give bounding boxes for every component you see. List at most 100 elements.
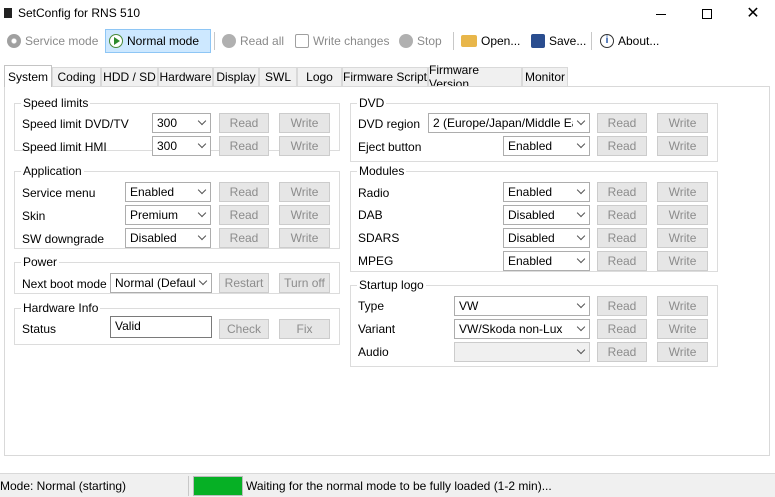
power-group: Power Next boot mode Normal (Default) Re… <box>14 255 340 294</box>
hardware-info-title: Hardware Info <box>21 301 101 315</box>
eject-button-select[interactable]: Enabled <box>503 136 590 156</box>
hardware-status-field[interactable]: Valid <box>110 316 212 338</box>
skin-write-button[interactable]: Write <box>279 205 330 225</box>
eject-button-read-button[interactable]: Read <box>597 136 647 156</box>
radio-read-button[interactable]: Read <box>597 182 647 202</box>
open-button[interactable]: Open... <box>458 29 523 53</box>
modules-group: Modules Radio Enabled Read Write DAB Dis… <box>350 164 718 272</box>
service-menu-read-button[interactable]: Read <box>219 182 269 202</box>
speed-limit-hmi-select[interactable]: 300 <box>152 136 211 156</box>
skin-select[interactable]: Premium <box>125 205 211 225</box>
logo-variant-read-button[interactable]: Read <box>597 319 647 339</box>
skin-read-button[interactable]: Read <box>219 205 269 225</box>
eject-button-write-button[interactable]: Write <box>657 136 708 156</box>
stop-icon <box>399 34 413 48</box>
logo-type-select[interactable]: VW <box>454 296 590 316</box>
logo-audio-select[interactable] <box>454 342 590 362</box>
maximize-button[interactable] <box>684 0 730 28</box>
dab-select[interactable]: Disabled <box>503 205 590 225</box>
service-menu-select[interactable]: Enabled <box>125 182 211 202</box>
system-tab-panel: Speed limits Speed limit DVD/TV 300 Read… <box>4 86 770 456</box>
mode-status: Mode: Normal (starting) <box>0 479 127 493</box>
stop-button[interactable]: Stop <box>396 29 445 53</box>
mpeg-select[interactable]: Enabled <box>503 251 590 271</box>
status-message: Waiting for the normal mode to be fully … <box>246 479 552 493</box>
speed-limit-dvd-select[interactable]: 300 <box>152 113 211 133</box>
tab-system[interactable]: System <box>4 65 52 87</box>
tab-hardware[interactable]: Hardware <box>158 67 213 86</box>
logo-type-read-button[interactable]: Read <box>597 296 647 316</box>
service-mode-button[interactable]: Service mode <box>4 29 101 53</box>
logo-audio-label: Audio <box>358 345 389 359</box>
dab-label: DAB <box>358 208 383 222</box>
title-bar: SetConfig for RNS 510 ✕ <box>0 0 775 28</box>
play-icon <box>109 34 123 48</box>
write-changes-button[interactable]: Write changes <box>292 29 392 53</box>
restart-button[interactable]: Restart <box>219 273 269 293</box>
sw-downgrade-read-button[interactable]: Read <box>219 228 269 248</box>
chevron-down-icon <box>573 139 589 149</box>
service-menu-label: Service menu <box>22 186 96 200</box>
about-button[interactable]: i About... <box>597 29 662 53</box>
chevron-down-icon <box>573 185 589 195</box>
radio-select[interactable]: Enabled <box>503 182 590 202</box>
sdars-select[interactable]: Disabled <box>503 228 590 248</box>
tab-display[interactable]: Display <box>213 67 259 86</box>
check-button[interactable]: Check <box>219 319 269 339</box>
application-group: Application Service menu Enabled Read Wr… <box>14 164 340 249</box>
chevron-down-icon <box>573 322 589 332</box>
sw-downgrade-write-button[interactable]: Write <box>279 228 330 248</box>
speed-limit-dvd-write-button[interactable]: Write <box>279 113 330 133</box>
logo-audio-read-button[interactable]: Read <box>597 342 647 362</box>
next-boot-mode-select[interactable]: Normal (Default) <box>110 273 212 293</box>
chevron-down-icon <box>573 254 589 264</box>
tab-logo[interactable]: Logo <box>297 67 342 86</box>
status-bar: Mode: Normal (starting) Waiting for the … <box>0 473 775 497</box>
tab-monitor[interactable]: Monitor <box>522 67 568 86</box>
speed-limit-dvd-read-button[interactable]: Read <box>219 113 269 133</box>
tab-firmware-version[interactable]: Firmware Version <box>428 63 522 91</box>
normal-mode-button[interactable]: Normal mode <box>105 29 211 53</box>
logo-variant-select[interactable]: VW/Skoda non-Lux <box>454 319 590 339</box>
dvd-region-write-button[interactable]: Write <box>657 113 708 133</box>
tab-swl[interactable]: SWL <box>259 67 297 86</box>
radio-write-button[interactable]: Write <box>657 182 708 202</box>
speed-limit-hmi-read-button[interactable]: Read <box>219 136 269 156</box>
dab-read-button[interactable]: Read <box>597 205 647 225</box>
speed-limit-hmi-write-button[interactable]: Write <box>279 136 330 156</box>
dab-write-button[interactable]: Write <box>657 205 708 225</box>
mpeg-write-button[interactable]: Write <box>657 251 708 271</box>
progress-fill <box>194 477 242 495</box>
dvd-region-label: DVD region <box>358 117 421 131</box>
tab-coding[interactable]: Coding <box>52 67 101 86</box>
read-all-button[interactable]: Read all <box>219 29 287 53</box>
toolbar-separator <box>214 32 215 50</box>
sw-downgrade-select[interactable]: Disabled <box>125 228 211 248</box>
logo-type-write-button[interactable]: Write <box>657 296 708 316</box>
startup-logo-group: Startup logo Type VW Read Write Variant … <box>350 278 718 367</box>
mpeg-read-button[interactable]: Read <box>597 251 647 271</box>
dvd-region-select[interactable]: 2 (Europe/Japan/Middle East <box>428 113 590 133</box>
speed-limit-hmi-label: Speed limit HMI <box>22 140 107 154</box>
mpeg-label: MPEG <box>358 254 394 268</box>
logo-variant-write-button[interactable]: Write <box>657 319 708 339</box>
close-button[interactable]: ✕ <box>730 0 775 28</box>
maximize-icon <box>702 9 712 19</box>
open-label: Open... <box>481 34 521 48</box>
service-menu-write-button[interactable]: Write <box>279 182 330 202</box>
sdars-read-button[interactable]: Read <box>597 228 647 248</box>
normal-mode-label: Normal mode <box>127 34 200 48</box>
minimize-button[interactable] <box>638 0 684 28</box>
hardware-status-label: Status <box>22 322 57 336</box>
sdars-write-button[interactable]: Write <box>657 228 708 248</box>
eject-button-label: Eject button <box>358 140 422 154</box>
fix-button[interactable]: Fix <box>279 319 330 339</box>
tab-firmware-script[interactable]: Firmware Script <box>342 67 428 86</box>
dvd-region-read-button[interactable]: Read <box>597 113 647 133</box>
save-button[interactable]: Save... <box>528 29 589 53</box>
toolbar: Service mode Normal mode Read all Write … <box>0 28 775 54</box>
turn-off-button[interactable]: Turn off <box>279 273 330 293</box>
toolbar-separator <box>453 32 454 50</box>
logo-audio-write-button[interactable]: Write <box>657 342 708 362</box>
tab-hdd-sd[interactable]: HDD / SD <box>101 67 158 86</box>
